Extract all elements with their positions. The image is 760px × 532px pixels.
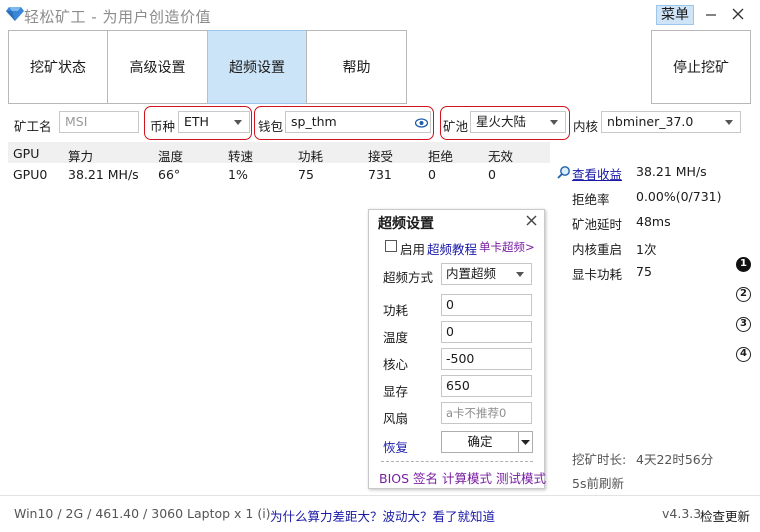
kernel-restart-value: 1次	[636, 242, 657, 257]
col-power: 功耗	[298, 149, 324, 164]
tab-mining-status[interactable]: 挖矿状态	[8, 30, 108, 104]
gpu-power-value: 75	[636, 264, 652, 279]
refresh-status: 5s前刷新	[572, 476, 624, 491]
minimize-icon[interactable]	[703, 6, 719, 22]
coin-select[interactable]: ETH	[178, 111, 250, 133]
tab-advanced-settings[interactable]: 高级设置	[107, 30, 208, 104]
coin-select-value: ETH	[184, 114, 209, 129]
fan-label: 风扇	[383, 411, 409, 426]
kernel-select[interactable]: nbminer_37.0	[601, 111, 741, 133]
reject-rate-label: 拒绝率	[572, 192, 610, 207]
tab-overclock-settings[interactable]: 超频设置	[207, 30, 307, 104]
col-hashrate: 算力	[68, 149, 94, 164]
table-cell: 0	[428, 167, 436, 182]
miner-name-input[interactable]: MSI	[59, 111, 139, 133]
col-fan-speed: 转速	[228, 149, 254, 164]
version-label: v4.3.3	[662, 506, 702, 521]
window-title: 轻松矿工 - 为用户创造价值	[24, 8, 211, 26]
footer-divider	[0, 495, 760, 496]
wallet-label: 钱包	[258, 119, 284, 134]
dialog-divider	[381, 461, 533, 462]
hashrate-help-link[interactable]: 为什么算力差距大？波动大？看了就知道	[270, 506, 495, 525]
table-cell: 0	[488, 167, 496, 182]
total-hashrate: 38.21 MH/s	[636, 164, 707, 179]
col-rejected: 拒绝	[428, 149, 454, 164]
overclock-dialog: 超频设置 启用 超频教程 单卡超频> 超频方式 内置超频 功耗 0 温度 0 核…	[368, 209, 546, 489]
mode-select-value: 内置超频	[446, 266, 497, 281]
pool-select-value: 星火大陆	[476, 114, 527, 129]
enable-label: 启用	[400, 242, 426, 257]
mode-select[interactable]: 内置超频	[441, 263, 532, 285]
table-cell: 731	[368, 167, 392, 182]
power-input[interactable]: 0	[441, 294, 532, 316]
tab-help[interactable]: 帮助	[306, 30, 407, 104]
table-cell: 75	[298, 167, 314, 182]
gpu-power-label: 显卡功耗	[572, 267, 623, 282]
coin-label: 币种	[150, 119, 176, 134]
kernel-label: 内核	[573, 119, 599, 134]
core-input[interactable]: -500	[441, 348, 532, 370]
mining-time-value: 4天22时56分	[636, 452, 714, 467]
close-icon[interactable]	[526, 215, 537, 226]
pool-latency-value: 48ms	[636, 214, 671, 229]
fan-input[interactable]: a卡不推荐0	[441, 402, 532, 424]
col-invalid: 无效	[488, 149, 514, 164]
check-update-link[interactable]: 检查更新	[700, 506, 750, 525]
wallet-input-value: sp_thm	[291, 114, 337, 129]
view-earnings-link[interactable]: 查看收益	[572, 164, 622, 183]
memory-input[interactable]: 650	[441, 375, 532, 397]
eye-icon[interactable]	[414, 117, 429, 128]
pool-latency-label: 矿池延时	[572, 217, 623, 232]
confirm-dropdown-button[interactable]	[518, 431, 533, 453]
page-4-button[interactable]: 4	[736, 347, 751, 362]
miner-name-label: 矿工名	[14, 119, 52, 134]
page-2-button[interactable]: 2	[736, 287, 751, 302]
dialog-title: 超频设置	[378, 216, 434, 232]
wallet-input[interactable]: sp_thm	[285, 111, 431, 133]
restore-link[interactable]: 恢复	[383, 437, 408, 456]
table-cell: 38.21 MH/s	[68, 167, 139, 182]
kernel-restart-label: 内核重启	[572, 242, 623, 257]
page-1-button[interactable]: 1	[736, 257, 751, 272]
single-card-overclock-link[interactable]: 单卡超频>	[479, 239, 535, 255]
col-accepted: 接受	[368, 149, 394, 164]
core-label: 核心	[383, 357, 409, 372]
col-temperature: 温度	[158, 149, 184, 164]
table-cell: 66°	[158, 167, 181, 182]
pool-select[interactable]: 星火大陆	[470, 111, 566, 133]
search-icon	[557, 165, 571, 179]
stop-mining-button[interactable]: 停止挖矿	[651, 30, 751, 104]
kernel-select-value: nbminer_37.0	[607, 114, 694, 129]
temp-input[interactable]: 0	[441, 321, 532, 343]
table-cell: 1%	[228, 167, 248, 182]
confirm-button[interactable]: 确定	[441, 431, 519, 453]
memory-label: 显存	[383, 384, 409, 399]
dialog-bottom-links[interactable]: BIOS 签名 计算模式 测试模式	[379, 468, 546, 487]
mode-label: 超频方式	[383, 270, 434, 285]
reject-rate-value: 0.00%(0/731)	[636, 189, 722, 204]
page-3-button[interactable]: 3	[736, 317, 751, 332]
temp-label: 温度	[383, 330, 409, 345]
mining-time-label: 挖矿时长:	[572, 452, 627, 467]
enable-checkbox[interactable]	[385, 240, 397, 252]
overclock-tutorial-link[interactable]: 超频教程	[427, 239, 477, 258]
app-logo-icon	[6, 7, 24, 21]
system-info: Win10 / 2G / 461.40 / 3060 Laptop x 1 (i…	[14, 506, 271, 521]
power-label: 功耗	[383, 303, 409, 318]
col-gpu: GPU	[13, 146, 40, 161]
menu-button[interactable]: 菜单	[656, 5, 694, 25]
pool-label: 矿池	[443, 119, 469, 134]
close-icon[interactable]	[730, 6, 746, 22]
table-cell: GPU0	[13, 167, 48, 182]
